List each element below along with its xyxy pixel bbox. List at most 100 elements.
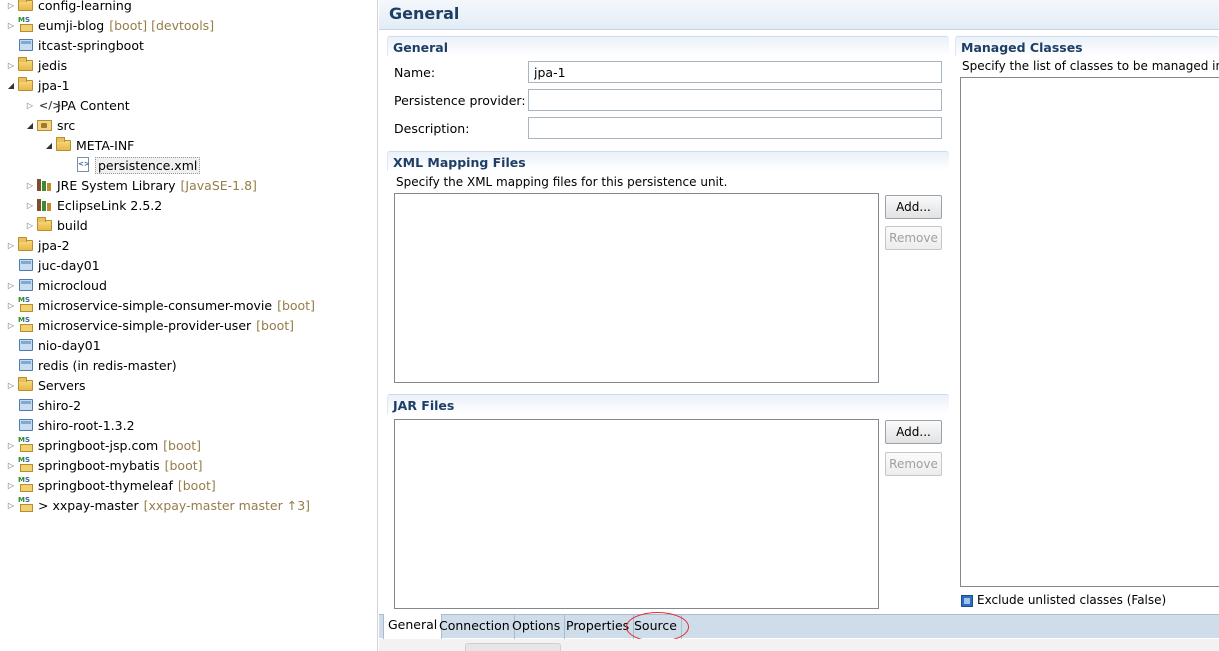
expand-arrow-icon[interactable]: ▷ <box>25 199 35 211</box>
managed-classes-description: Specify the list of classes to be manage… <box>962 59 1219 73</box>
arrow-placeholder <box>6 39 16 51</box>
jar-files-section-header[interactable]: JAR Files <box>387 394 949 414</box>
tab-properties[interactable]: Properties <box>562 615 635 639</box>
eclipse-window: ▷ config-learning ▷ M Seumji-blog [boot] [dev… <box>0 0 1219 651</box>
tree-item[interactable]: ◢ META-INF <box>0 135 376 155</box>
exclude-unlisted-label: Exclude unlisted classes (False) <box>977 593 1167 607</box>
managed-classes-section-title: Managed Classes <box>961 40 1083 55</box>
tree-item-label: microservice-simple-consumer-movie <box>38 297 273 313</box>
tree-item[interactable]: ▷ config-learning <box>0 0 376 15</box>
expand-arrow-icon[interactable]: ▷ <box>6 479 16 491</box>
expand-arrow-icon[interactable]: ▷ <box>6 279 16 291</box>
jar-files-section: JAR Files Add... Remove <box>387 394 949 610</box>
tree-item[interactable]: ▷ jpa-2 <box>0 235 376 255</box>
tree-item[interactable]: ▷ jedis <box>0 55 376 75</box>
tree-item[interactable]: ▷ Servers <box>0 375 376 395</box>
tab-connection[interactable]: Connection <box>435 615 515 639</box>
tree-item-decoration: [boot] <box>164 457 203 473</box>
collapse-arrow-icon[interactable]: ◢ <box>25 119 35 131</box>
expand-arrow-icon[interactable]: ▷ <box>6 59 16 71</box>
expand-arrow-icon[interactable]: ▷ <box>6 319 16 331</box>
expand-arrow-icon[interactable]: ▷ <box>6 239 16 251</box>
xml-mapping-section-header[interactable]: XML Mapping Files <box>387 151 949 171</box>
tree-item[interactable]: shiro-root-1.3.2 <box>0 415 376 435</box>
expand-arrow-icon[interactable]: ▷ <box>6 0 16 11</box>
folder-icon <box>18 77 34 93</box>
expand-arrow-icon[interactable]: ▷ <box>6 19 16 31</box>
tree-item[interactable]: redis (in redis-master) <box>0 355 376 375</box>
expand-arrow-icon[interactable]: ▷ <box>6 299 16 311</box>
expand-arrow-icon[interactable]: ▷ <box>6 459 16 471</box>
page-title: General <box>389 4 460 23</box>
description-field[interactable] <box>528 117 942 139</box>
tree-item[interactable]: ▷ M Sspringboot-thymeleaf [boot] <box>0 475 376 495</box>
xml-mapping-section-title: XML Mapping Files <box>393 155 526 170</box>
tree-item-label: microservice-simple-provider-user <box>38 317 252 333</box>
folder-icon <box>18 237 34 253</box>
tab-options[interactable]: Options <box>508 615 566 639</box>
tree-item[interactable]: ▷ M Sspringboot-jsp.com [boot] <box>0 435 376 455</box>
expand-arrow-icon[interactable]: ▷ <box>25 99 35 111</box>
tree-item[interactable]: shiro-2 <box>0 395 376 415</box>
tree-item[interactable]: ▷ M Smicroservice-simple-provider-user [boo… <box>0 315 376 335</box>
tree-item[interactable]: ▷ JRE System Library [JavaSE-1.8] <box>0 175 376 195</box>
jar-files-remove-button[interactable]: Remove <box>885 452 942 476</box>
folder-icon <box>18 0 34 13</box>
tab-general[interactable]: General <box>383 614 443 640</box>
project-icon <box>18 417 34 433</box>
tree-item[interactable]: ▷ microcloud <box>0 275 376 295</box>
tree-item[interactable]: ◢ jpa-1 <box>0 75 376 95</box>
jar-files-add-button[interactable]: Add... <box>885 420 942 444</box>
project-icon <box>18 337 34 353</box>
xml-mapping-list[interactable] <box>394 193 879 383</box>
tree-item-decoration: [boot] <box>177 477 216 493</box>
tree-item-decoration: [boot] <box>163 437 202 453</box>
persistence-provider-field[interactable] <box>528 89 942 111</box>
tree-item-decoration: [boot] [devtools] <box>109 17 215 33</box>
source-folder-icon <box>37 117 53 133</box>
general-section-header[interactable]: General <box>387 36 949 56</box>
tree-item[interactable]: ▷ M Sspringboot-mybatis [boot] <box>0 455 376 475</box>
tree-item-label: JRE System Library <box>57 177 176 193</box>
tree-item[interactable]: ▷ build <box>0 215 376 235</box>
tree-item-decoration: [JavaSE-1.8] <box>180 177 257 193</box>
xml-mapping-remove-button[interactable]: Remove <box>885 226 942 250</box>
collapse-arrow-icon[interactable]: ◢ <box>44 139 54 151</box>
tree-item-label: JPA Content <box>57 97 130 113</box>
expand-arrow-icon[interactable]: ▷ <box>25 219 35 231</box>
managed-classes-section-header[interactable]: Managed Classes <box>955 36 1219 56</box>
tree-item[interactable]: ▷ </> JPA Content <box>0 95 376 115</box>
expand-arrow-icon[interactable]: ▷ <box>6 499 16 511</box>
tree-item[interactable]: ▷ M S > xxpay-master [xxpay-master master ↑3] <box>0 495 376 515</box>
xml-mapping-add-button[interactable]: Add... <box>885 195 942 219</box>
git-project-icon: MS <box>18 497 34 513</box>
tree-item[interactable]: itcast-springboot <box>0 35 376 55</box>
arrow-placeholder <box>6 259 16 271</box>
tree-item-label: jpa-2 <box>38 237 70 253</box>
managed-classes-list[interactable] <box>960 77 1219 587</box>
expand-arrow-icon[interactable]: ▷ <box>6 439 16 451</box>
tree-item[interactable]: juc-day01 <box>0 255 376 275</box>
spring-project-icon: MS <box>18 457 34 473</box>
tree-item[interactable]: ▷ EclipseLink 2.5.2 <box>0 195 376 215</box>
expand-arrow-icon[interactable]: ▷ <box>6 379 16 391</box>
tree-item[interactable]: ▷ M Smicroservice-simple-consumer-movie [bo… <box>0 295 376 315</box>
exclude-unlisted-checkbox[interactable] <box>961 595 973 607</box>
folder-icon <box>18 377 34 393</box>
tree-item-label: nio-day01 <box>38 337 101 353</box>
collapse-arrow-icon[interactable]: ◢ <box>6 79 16 91</box>
source-tab-highlight-circle <box>626 612 689 642</box>
arrow-placeholder <box>6 359 16 371</box>
expand-arrow-icon[interactable]: ▷ <box>25 179 35 191</box>
tree-item[interactable]: ◢ src <box>0 115 376 135</box>
tree-item[interactable]: persistence.xml <box>0 155 376 175</box>
tree-item-label: itcast-springboot <box>38 37 144 53</box>
description-label: Description: <box>394 121 470 136</box>
tree-item-label: EclipseLink 2.5.2 <box>57 197 163 213</box>
jar-files-list[interactable] <box>394 419 879 609</box>
name-field[interactable] <box>528 61 942 83</box>
project-icon <box>18 357 34 373</box>
xml-mapping-description: Specify the XML mapping files for this p… <box>396 175 728 189</box>
tree-item[interactable]: ▷ M Seumji-blog [boot] [devtools] <box>0 15 376 35</box>
tree-item[interactable]: nio-day01 <box>0 335 376 355</box>
